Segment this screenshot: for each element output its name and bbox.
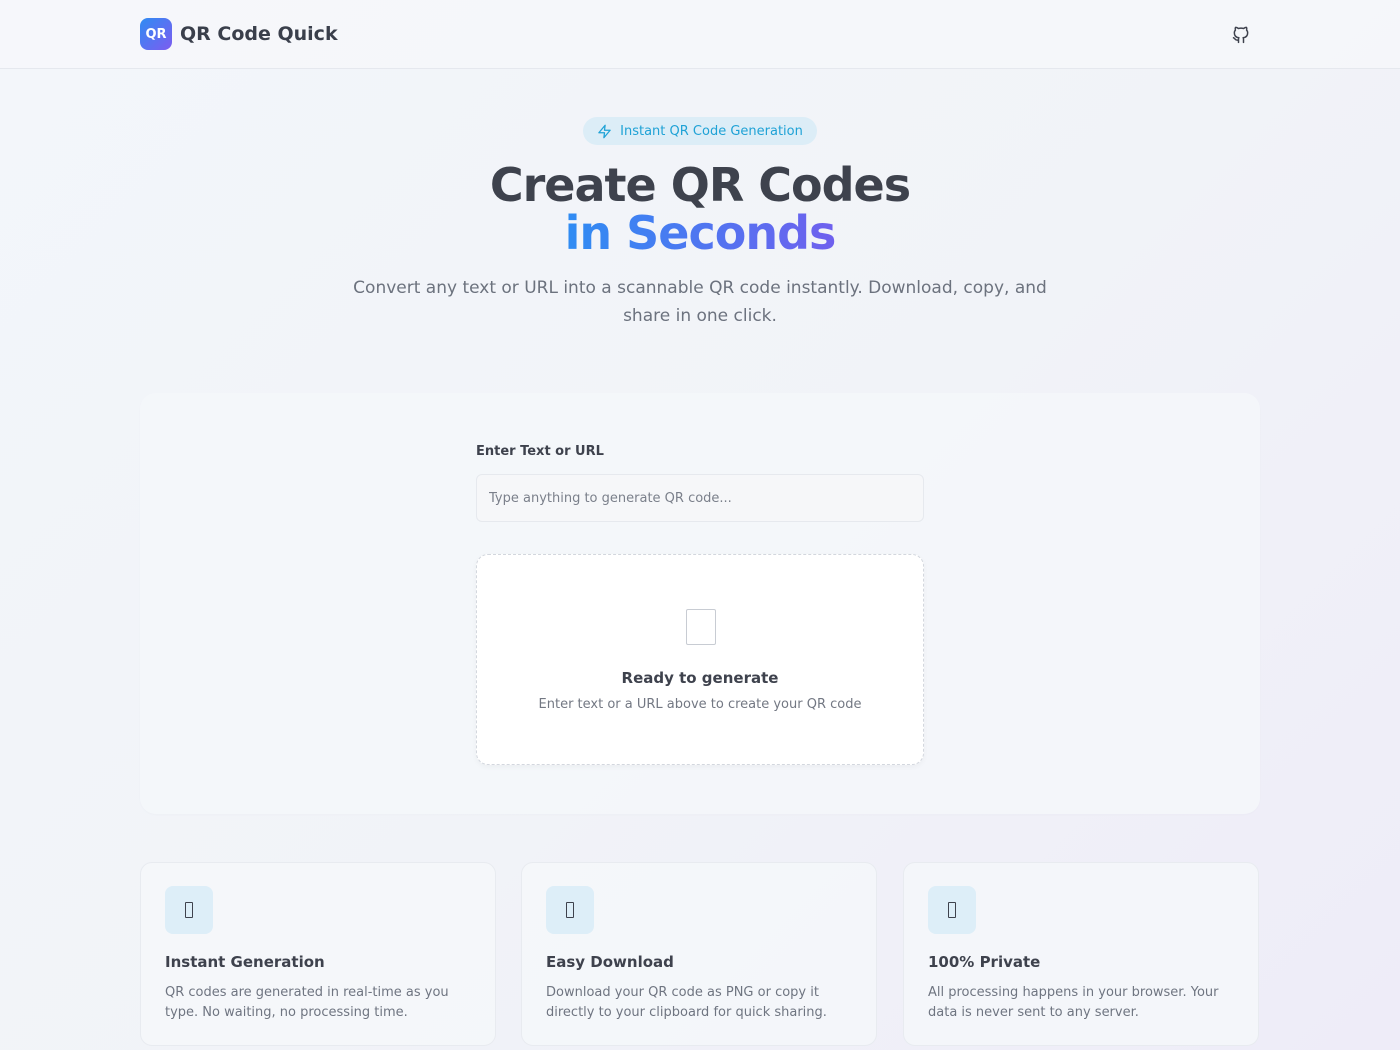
hero-title-highlight: in Seconds [0, 204, 1400, 262]
qr-placeholder-icon [686, 609, 716, 645]
feature-card-private: 100% Private All processing happens in y… [903, 862, 1259, 1046]
preview-title: Ready to generate [621, 669, 779, 687]
hero-badge: Instant QR Code Generation [583, 117, 817, 145]
logo-icon: QR [140, 18, 172, 50]
hero-subtitle: Convert any text or URL into a scannable… [353, 278, 1047, 326]
download-icon [546, 886, 594, 934]
qr-preview-area: Ready to generate Enter text or a URL ab… [476, 554, 924, 765]
feature-card-download: Easy Download Download your QR code as P… [521, 862, 877, 1046]
feature-description: All processing happens in your browser. … [928, 985, 1219, 1020]
text-url-input[interactable] [476, 474, 924, 522]
github-icon[interactable] [1229, 22, 1253, 46]
shield-icon [928, 886, 976, 934]
brand[interactable]: QR QR Code Quick [140, 18, 338, 50]
hero-title-gradient-text: in Seconds [564, 206, 837, 260]
lightning-icon [598, 124, 611, 138]
top-navbar: QR QR Code Quick [0, 0, 1400, 69]
feature-card-instant: Instant Generation QR codes are generate… [140, 862, 496, 1046]
badge-text: Instant QR Code Generation [620, 123, 803, 139]
feature-title: Instant Generation [165, 953, 325, 971]
brand-name: QR Code Quick [180, 23, 338, 45]
feature-description: QR codes are generated in real-time as y… [165, 985, 449, 1020]
preview-subtitle: Enter text or a URL above to create your… [538, 697, 862, 712]
feature-description: Download your QR code as PNG or copy it … [546, 985, 827, 1020]
zap-icon [165, 886, 213, 934]
input-label: Enter Text or URL [476, 444, 604, 459]
feature-title: 100% Private [928, 953, 1041, 971]
feature-title: Easy Download [546, 953, 674, 971]
